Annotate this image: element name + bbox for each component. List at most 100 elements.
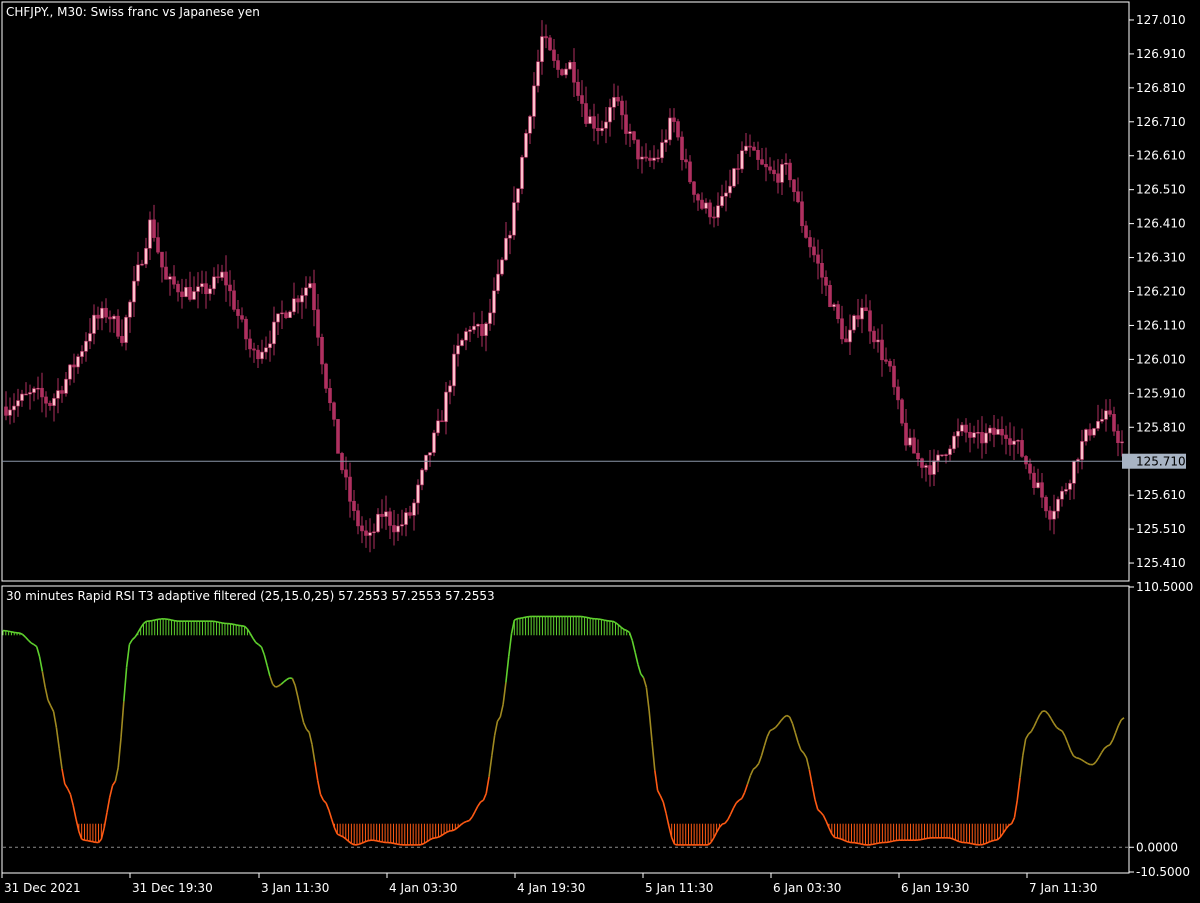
candle-body bbox=[237, 309, 240, 315]
candle-body bbox=[345, 470, 348, 477]
rsi-line bbox=[792, 723, 795, 732]
rsi-line bbox=[312, 745, 315, 762]
rsi-line bbox=[1093, 762, 1096, 765]
rsi-line bbox=[764, 737, 767, 746]
rsi-line bbox=[837, 838, 840, 839]
rsi-line bbox=[315, 762, 318, 780]
chart-window[interactable]: 127.010126.910126.810126.710126.610126.5… bbox=[0, 0, 1200, 900]
candle-body bbox=[85, 341, 88, 351]
candle-body bbox=[973, 433, 976, 438]
rsi-line bbox=[259, 645, 262, 647]
rsi-line bbox=[396, 844, 399, 845]
candle-body bbox=[113, 316, 116, 319]
candle-body bbox=[293, 299, 296, 312]
candle-body bbox=[493, 291, 496, 313]
rsi-line bbox=[486, 777, 489, 794]
candle-body bbox=[845, 339, 848, 342]
candle-body bbox=[577, 82, 580, 95]
candle-body bbox=[429, 453, 432, 456]
candle-body bbox=[357, 511, 360, 526]
price-tick-label: 126.710 bbox=[1136, 115, 1186, 129]
rsi-line bbox=[784, 715, 787, 717]
rsi-line bbox=[113, 781, 116, 785]
candle-body bbox=[457, 346, 460, 354]
candle-body bbox=[873, 331, 876, 342]
rsi-line bbox=[891, 841, 894, 842]
candle-body bbox=[445, 392, 448, 422]
rsi-line bbox=[1040, 711, 1043, 715]
rsi-line bbox=[261, 647, 264, 655]
rsi-line bbox=[1076, 758, 1079, 759]
rsi-line bbox=[860, 844, 863, 845]
rsi-line bbox=[843, 840, 846, 841]
rsi-line bbox=[1045, 711, 1048, 714]
candle-body bbox=[181, 292, 184, 297]
candle-body bbox=[929, 466, 932, 475]
rsi-line bbox=[1099, 753, 1102, 758]
rsi-line bbox=[767, 731, 770, 737]
candle-body bbox=[633, 132, 636, 140]
candle-body bbox=[393, 525, 396, 531]
candle-body bbox=[553, 50, 556, 61]
candle-body bbox=[513, 203, 516, 236]
candle-body bbox=[641, 157, 644, 159]
candle-body bbox=[117, 316, 120, 336]
candle-body bbox=[145, 248, 148, 264]
candle-body bbox=[721, 196, 724, 205]
rsi-line bbox=[604, 620, 607, 621]
candle-body bbox=[273, 322, 276, 344]
candle-body bbox=[669, 118, 672, 140]
rsi-line bbox=[500, 705, 503, 717]
candle-body bbox=[409, 513, 412, 516]
candle-body bbox=[693, 182, 696, 195]
candle-body bbox=[761, 160, 764, 165]
candle-body bbox=[861, 308, 864, 319]
rsi-line bbox=[986, 842, 989, 843]
rsi-line bbox=[270, 676, 273, 684]
candle-body bbox=[269, 344, 272, 348]
candle-body bbox=[597, 128, 600, 130]
rsi-line bbox=[377, 841, 380, 842]
candle-body bbox=[209, 289, 212, 294]
rsi-line bbox=[781, 717, 784, 720]
rsi-line bbox=[989, 841, 992, 842]
rsi-line bbox=[56, 727, 59, 748]
rsi-line bbox=[495, 721, 498, 735]
candle-body bbox=[321, 337, 324, 364]
rsi-line bbox=[217, 622, 220, 623]
rsi-line bbox=[587, 618, 590, 619]
candle-body bbox=[1069, 483, 1072, 489]
candle-body bbox=[425, 455, 428, 470]
candle-body bbox=[397, 526, 400, 532]
rsi-line bbox=[301, 711, 304, 723]
rsi-line bbox=[809, 770, 812, 785]
rsi-line bbox=[118, 738, 121, 768]
rsi-line bbox=[155, 619, 158, 620]
candle-body bbox=[401, 525, 404, 526]
candle-body bbox=[813, 247, 816, 255]
candle-body bbox=[817, 255, 820, 263]
candle-body bbox=[245, 319, 248, 339]
candle-body bbox=[989, 428, 992, 433]
price-tick-label: 125.910 bbox=[1136, 386, 1186, 400]
candle-body bbox=[581, 96, 584, 104]
rsi-line bbox=[762, 746, 765, 756]
rsi-line bbox=[379, 841, 382, 842]
candle-body bbox=[617, 97, 620, 101]
rsi-line bbox=[236, 625, 239, 626]
chart-canvas[interactable]: 127.010126.910126.810126.710126.610126.5… bbox=[0, 0, 1200, 900]
rsi-line bbox=[506, 657, 509, 683]
level-tick-label: 110.5000 bbox=[1136, 580, 1193, 594]
price-axis: 127.010126.910126.810126.710126.610126.5… bbox=[1129, 13, 1193, 879]
candle-body bbox=[57, 391, 60, 399]
rsi-line bbox=[1023, 739, 1026, 755]
rsi-line bbox=[1085, 762, 1088, 764]
candle-body bbox=[1033, 473, 1036, 487]
candle-body bbox=[121, 336, 124, 342]
candle-body bbox=[333, 403, 336, 420]
rsi-line bbox=[1026, 734, 1029, 739]
candle-body bbox=[765, 164, 768, 167]
candle-body bbox=[801, 202, 804, 226]
rsi-line bbox=[1020, 755, 1023, 777]
price-tick-label: 126.410 bbox=[1136, 217, 1186, 231]
